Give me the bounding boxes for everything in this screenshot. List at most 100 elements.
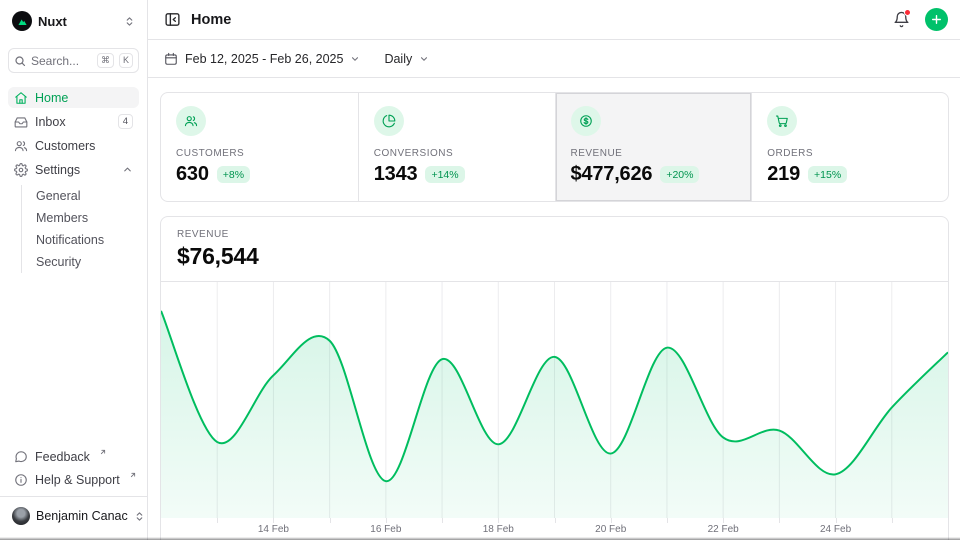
x-axis-tick <box>386 518 387 523</box>
sidebar-item-label: Customers <box>35 139 133 153</box>
chevron-up-icon <box>122 164 133 175</box>
workspace-name: Nuxt <box>38 14 118 29</box>
sidebar-item-label: Settings <box>35 163 115 177</box>
topbar-actions <box>893 8 948 31</box>
x-axis-tick <box>498 518 499 523</box>
top-bar: Home <box>148 0 960 40</box>
sidebar-footer-nav: Feedback Help & Support <box>8 446 139 496</box>
sidebar-spacer <box>8 275 139 432</box>
stat-card-conversions[interactable]: CONVERSIONS 1343 +14% <box>358 93 555 201</box>
sidebar-item-inbox[interactable]: Inbox 4 <box>8 111 139 132</box>
user-name: Benjamin Canac <box>36 509 128 523</box>
stat-card-customers[interactable]: CUSTOMERS630+8% <box>161 93 358 201</box>
sidebar-item-label: Inbox <box>35 115 111 129</box>
page-content: CUSTOMERS630+8%CONVERSIONS1343+14%REVENU… <box>148 78 960 540</box>
chevron-down-icon <box>350 54 360 64</box>
notifications-bell-icon[interactable] <box>893 11 910 28</box>
stat-delta-badge: +20% <box>660 166 699 183</box>
x-axis-tick <box>667 518 668 523</box>
granularity-select[interactable]: Daily <box>384 52 429 66</box>
notification-dot <box>904 9 911 16</box>
app-window: Nuxt Search... ⌘ K Home Inbox 4 Customers Se… <box>0 0 960 540</box>
x-axis-label: 24 Feb <box>820 524 851 535</box>
chat-bubble-icon <box>14 450 28 464</box>
x-axis-tick <box>330 518 331 523</box>
search-icon <box>14 55 26 67</box>
sidebar-item-members[interactable]: Members <box>22 207 139 229</box>
x-axis-label: 16 Feb <box>370 524 401 535</box>
sidebar-nav: Home Inbox 4 Customers Settings GeneralMember… <box>8 87 139 275</box>
sidebar-item-customers[interactable]: Customers <box>8 135 139 156</box>
search-placeholder: Search... <box>31 54 92 68</box>
page-title: Home <box>191 12 231 28</box>
x-axis-label: 18 Feb <box>483 524 514 535</box>
dollar-circle-icon <box>571 106 601 136</box>
stat-label: ORDERS <box>767 148 933 159</box>
stat-card-revenue[interactable]: REVENUE$477,626+20% <box>555 93 752 201</box>
x-axis-tick <box>779 518 780 523</box>
chart-x-axis: 14 Feb 16 Feb 18 Feb 20 Feb 22 Feb 24 Feb <box>161 518 948 540</box>
x-axis-tick <box>273 518 274 523</box>
revenue-chart-value: $76,544 <box>177 243 932 270</box>
kbd-k: K <box>119 53 133 68</box>
granularity-value: Daily <box>384 52 412 66</box>
x-axis-label: 22 Feb <box>708 524 739 535</box>
filter-bar: Feb 12, 2025 - Feb 26, 2025 Daily <box>148 40 960 78</box>
x-axis-tick <box>836 518 837 523</box>
info-circle-icon <box>14 473 28 487</box>
revenue-chart-header: REVENUE $76,544 <box>161 217 948 282</box>
stat-label: CONVERSIONS <box>374 148 540 159</box>
arrow-up-right-icon <box>99 446 107 460</box>
sidebar-user-section: Benjamin Canac <box>0 496 147 532</box>
user-menu-button[interactable]: Benjamin Canac <box>8 504 139 528</box>
stat-card-orders[interactable]: ORDERS 219 +15% <box>751 93 948 201</box>
stat-value: 630 <box>176 163 209 186</box>
sidebar-collapse-icon[interactable] <box>164 11 181 28</box>
stat-label: REVENUE <box>571 148 737 159</box>
stats-row: CUSTOMERS630+8%CONVERSIONS1343+14%REVENU… <box>160 92 949 202</box>
sidebar-item-general[interactable]: General <box>22 185 139 207</box>
inbox-icon <box>14 115 28 129</box>
user-avatar <box>12 507 30 525</box>
calendar-icon <box>164 52 178 66</box>
sidebar-item-label: Help & Support <box>35 473 120 487</box>
revenue-chart-label: REVENUE <box>177 229 932 240</box>
stat-delta-badge: +14% <box>425 166 464 183</box>
x-axis-label: 20 Feb <box>595 524 626 535</box>
stat-value: 1343 <box>374 163 418 186</box>
nuxt-logo-icon <box>12 11 32 31</box>
users-icon <box>176 106 206 136</box>
sidebar-item-notifications[interactable]: Notifications <box>22 229 139 251</box>
sidebar-item-label: Home <box>35 91 133 105</box>
date-range-picker[interactable]: Feb 12, 2025 - Feb 26, 2025 <box>164 52 360 66</box>
revenue-chart-plot <box>161 282 948 518</box>
sidebar-item-home[interactable]: Home <box>8 87 139 108</box>
chevrons-up-down-icon <box>134 511 145 522</box>
stat-value: 219 <box>767 163 800 186</box>
x-axis-tick <box>555 518 556 523</box>
stat-label: CUSTOMERS <box>176 148 343 159</box>
gear-icon <box>14 163 28 177</box>
revenue-area-chart <box>161 282 948 518</box>
stat-delta-badge: +15% <box>808 166 847 183</box>
x-axis-tick <box>611 518 612 523</box>
inbox-count-badge: 4 <box>118 114 133 129</box>
users-icon <box>14 139 28 153</box>
sidebar-item-settings[interactable]: Settings <box>8 159 139 180</box>
x-axis-tick <box>217 518 218 523</box>
revenue-chart-card: REVENUE $76,544 14 Feb 16 Feb 18 Feb 20 Feb… <box>160 216 949 540</box>
sidebar-subnav-settings: GeneralMembersNotificationsSecurity <box>21 185 139 273</box>
search-input[interactable]: Search... ⌘ K <box>8 48 139 73</box>
x-axis-label: 14 Feb <box>258 524 289 535</box>
workspace-switcher[interactable]: Nuxt <box>8 8 139 34</box>
arrow-up-right-icon <box>129 469 137 483</box>
add-button[interactable] <box>925 8 948 31</box>
home-icon <box>14 91 28 105</box>
sidebar-item-feedback[interactable]: Feedback <box>8 446 139 467</box>
sidebar-item-security[interactable]: Security <box>22 251 139 273</box>
sidebar-item-help-support[interactable]: Help & Support <box>8 469 139 490</box>
x-axis-tick <box>723 518 724 523</box>
date-range-value: Feb 12, 2025 - Feb 26, 2025 <box>185 52 343 66</box>
cart-icon <box>767 106 797 136</box>
x-axis-tick <box>442 518 443 523</box>
